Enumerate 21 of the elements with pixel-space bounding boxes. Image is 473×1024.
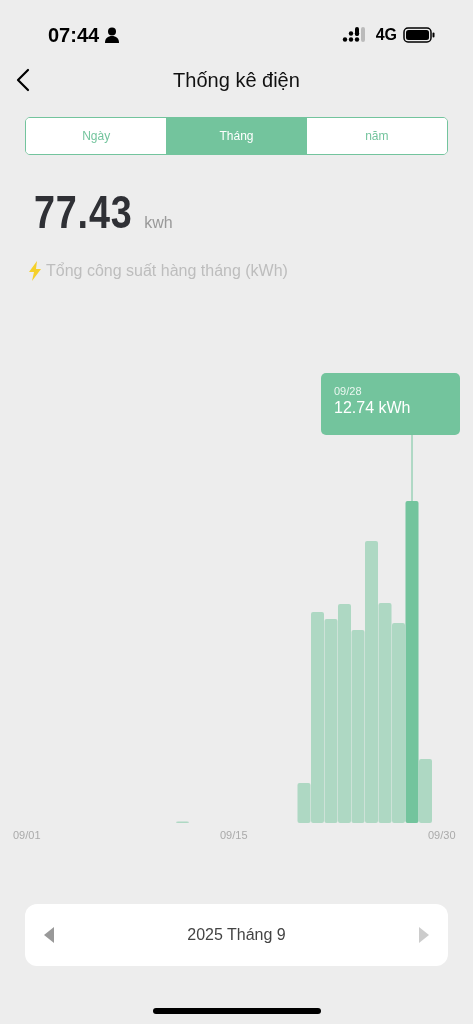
tooltip-value: 12.74 kWh [334, 399, 412, 417]
back-icon[interactable] [16, 68, 30, 92]
period-tab[interactable]: Ngày [26, 118, 167, 154]
period-tab[interactable]: Tháng [166, 118, 307, 154]
tooltip-date: 09/28 [334, 385, 363, 397]
network-label: 4G [375, 26, 397, 44]
month-label: 2025 Tháng 9 [187, 926, 286, 944]
next-icon[interactable] [418, 927, 430, 943]
axis-label: 09/30 [428, 829, 456, 841]
person-icon [105, 27, 120, 43]
status-time: 07:44 [48, 23, 100, 47]
screen-title: Thống kê điện [173, 68, 300, 92]
axis-label: 09/01 [13, 829, 41, 841]
signal-icon [341, 27, 366, 43]
previous-icon[interactable] [43, 927, 55, 943]
period-tab[interactable]: năm [306, 118, 447, 154]
total-value: 77.43 [34, 185, 133, 239]
unit-label: kwh [144, 214, 173, 232]
lightning-icon [28, 261, 42, 281]
battery-icon [403, 27, 435, 43]
axis-label: 09/15 [220, 829, 248, 841]
